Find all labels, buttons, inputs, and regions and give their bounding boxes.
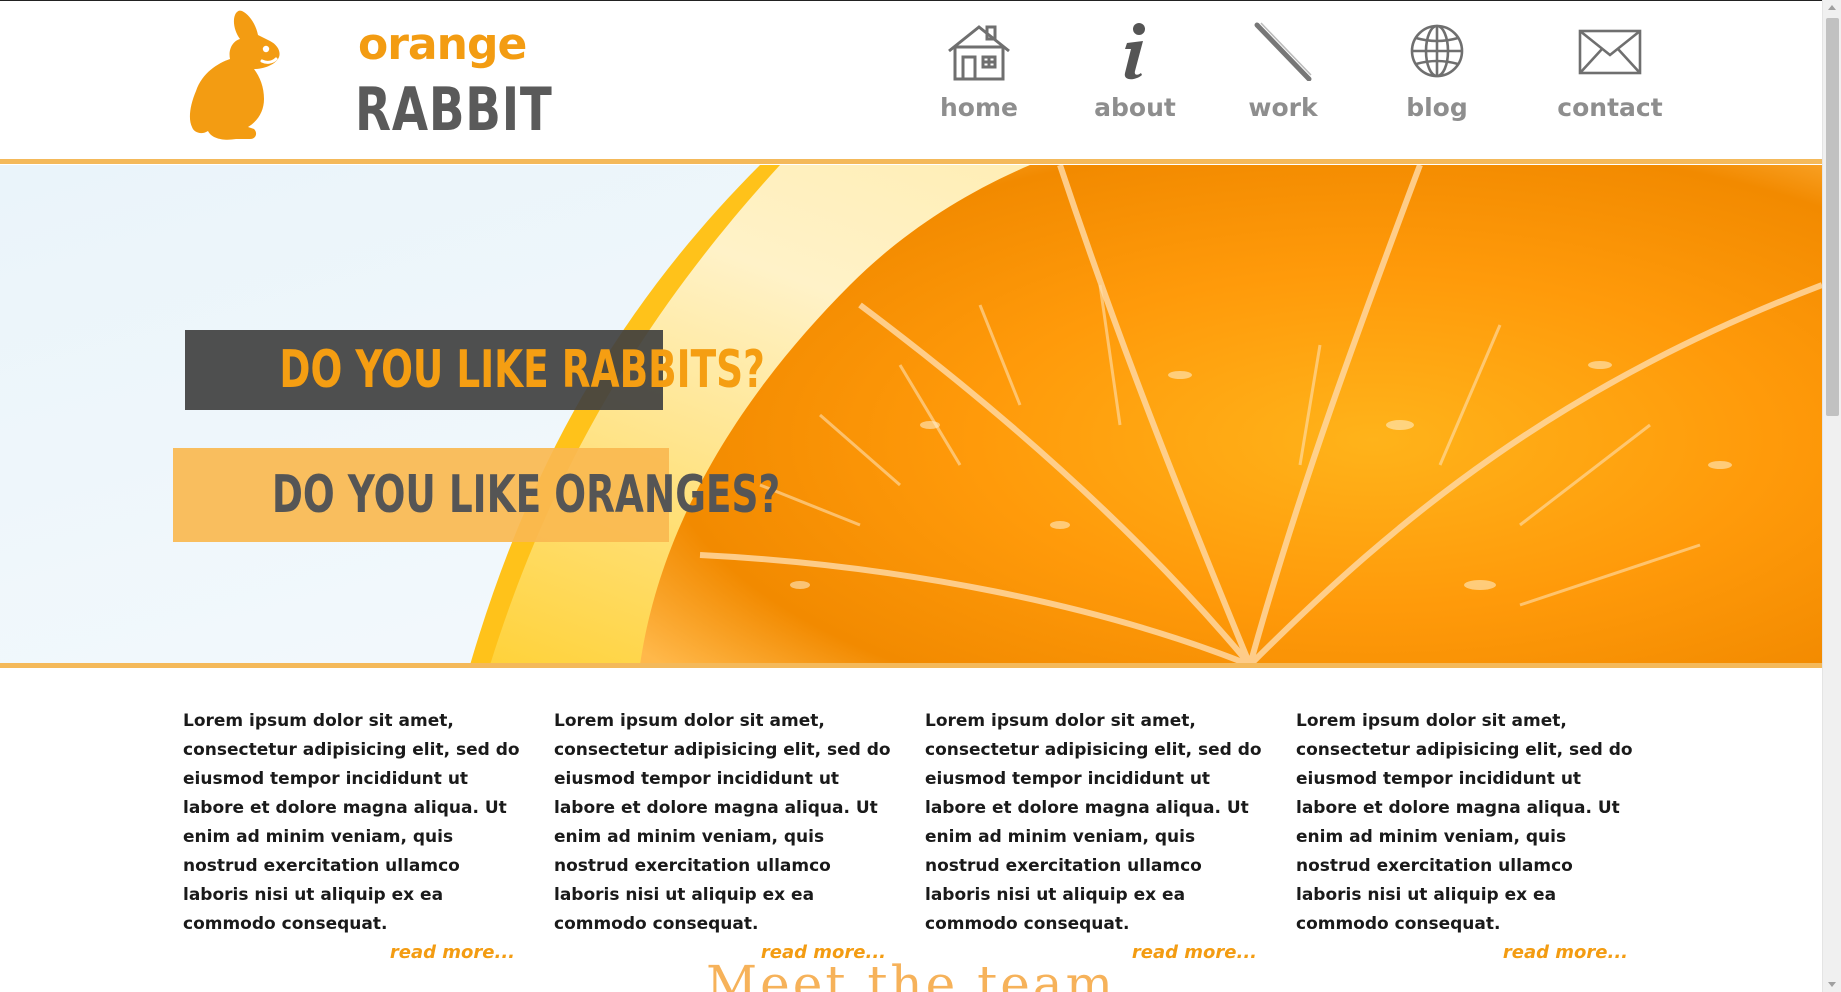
page: orange RABBIT home about work blog conta… [0,0,1822,992]
column-text: Lorem ipsum dolor sit amet, consectetur … [925,711,1262,934]
nav-label-about: about [1094,93,1176,122]
header-divider [0,159,1822,164]
team-section-title: Meet the team [705,955,1117,992]
globe-icon [1410,24,1464,78]
content-column: Lorem ipsum dolor sit amet, consectetur … [925,707,1265,967]
content-column: Lorem ipsum dolor sit amet, consectetur … [1296,707,1636,967]
hero-banner-rabbits: DO YOU LIKE RABBITS? [185,330,765,410]
content-column: Lorem ipsum dolor sit amet, consectetur … [183,707,523,967]
nav-item-home[interactable]: home [914,21,1044,136]
scrollbar-thumb[interactable] [1826,18,1839,416]
rabbit-logo-icon[interactable] [178,7,296,141]
scroll-down-arrow-icon[interactable] [1828,982,1836,987]
column-text: Lorem ipsum dolor sit amet, consectetur … [1296,711,1633,934]
content-column: Lorem ipsum dolor sit amet, consectetur … [554,707,894,967]
vertical-scrollbar[interactable] [1822,0,1841,992]
nav-item-contact[interactable]: contact [1545,21,1675,136]
hero-divider [0,663,1822,668]
hero-banner: DO YOU LIKE RABBITS? DO YOU LIKE ORANGES… [0,165,1822,665]
nav-label-blog: blog [1406,93,1468,122]
column-text: Lorem ipsum dolor sit amet, consectetur … [183,711,520,934]
pencil-icon [1254,22,1312,81]
nav-item-blog[interactable]: blog [1372,21,1502,136]
hero-banner-oranges-text: DO YOU LIKE ORANGES? [271,465,781,525]
nav-label-work: work [1248,93,1318,122]
hero-banner-oranges: DO YOU LIKE ORANGES? [173,448,780,542]
nav-label-home: home [940,93,1018,122]
nav-item-about[interactable]: about [1070,21,1200,136]
logo-text-orange[interactable]: orange [358,19,527,70]
logo-text-rabbit[interactable]: RABBIT [355,75,553,145]
house-icon [948,25,1010,81]
hero-banner-rabbits-text: DO YOU LIKE RABBITS? [279,340,765,400]
nav-item-work[interactable]: work [1218,21,1348,136]
info-icon [1124,23,1145,80]
column-text: Lorem ipsum dolor sit amet, consectetur … [554,711,891,934]
nav-label-contact: contact [1557,93,1663,122]
site-header: orange RABBIT home about work blog conta… [0,1,1822,159]
orange-slice-image [0,165,1822,665]
envelope-icon [1578,29,1642,75]
scroll-up-arrow-icon[interactable] [1828,5,1836,10]
